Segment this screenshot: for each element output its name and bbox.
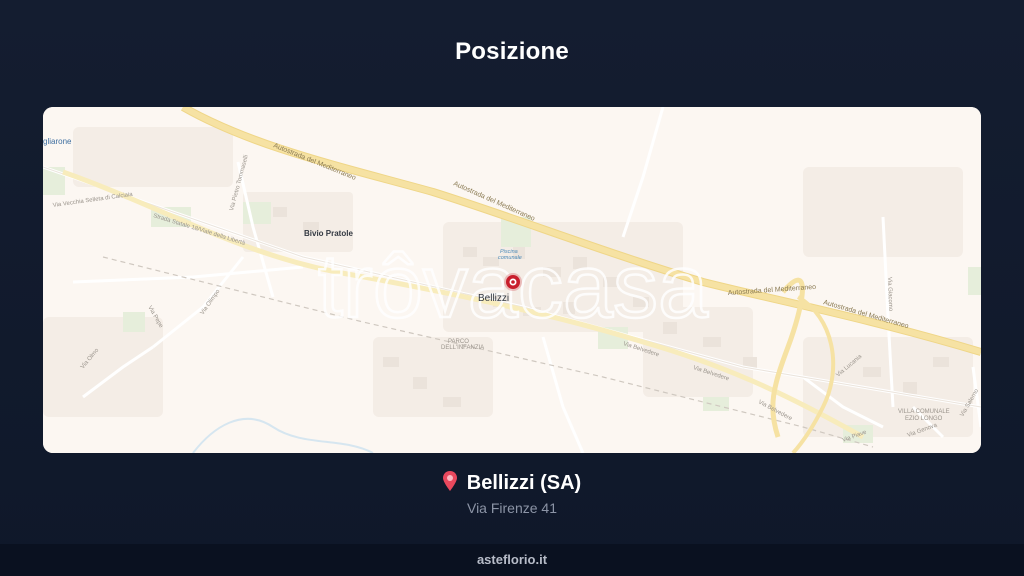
map-canvas[interactable]: trôvacasa Autostrada del Mediterraneo Au…: [43, 107, 981, 453]
location-address: Via Firenze 41: [466, 500, 557, 516]
pool-label: comunale: [498, 255, 522, 261]
map[interactable]: trôvacasa Autostrada del Mediterraneo Au…: [43, 107, 981, 453]
villa-label: VILLA COMUNALE: [898, 409, 950, 415]
page-title: Posizione: [455, 38, 569, 65]
location-marker[interactable]: [504, 273, 522, 291]
road-label: Via Giacomo: [886, 277, 893, 312]
place-label-bellizzi: Bellizzi: [478, 293, 509, 304]
location-title: Bellizzi (SA): [0, 471, 1024, 497]
place-label-bivio: Bivio Pratole: [304, 229, 353, 238]
location-city: Bellizzi (SA): [466, 472, 582, 494]
place-label-left: gliarone: [43, 137, 72, 146]
villa-label: EZIO LONGO: [905, 416, 943, 422]
map-pin-icon: [442, 471, 457, 497]
footer-site[interactable]: asteflorio.it: [477, 552, 547, 567]
park-label: DELL'INFANZIA: [441, 345, 484, 351]
footer: asteflorio.it: [0, 544, 1024, 576]
